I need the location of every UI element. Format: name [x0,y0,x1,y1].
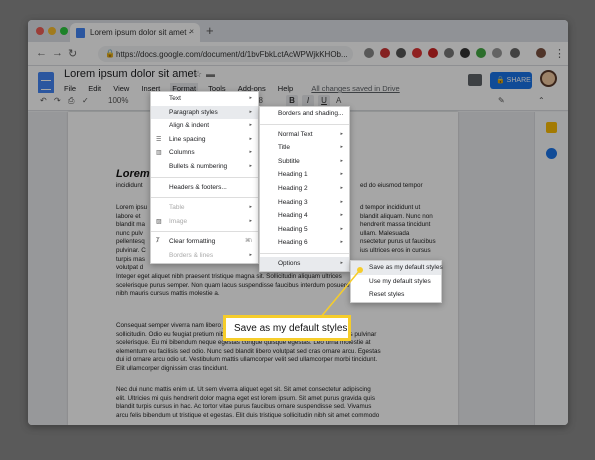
callout-connector [319,267,363,319]
callout-label: Save as my default styles [223,315,351,341]
